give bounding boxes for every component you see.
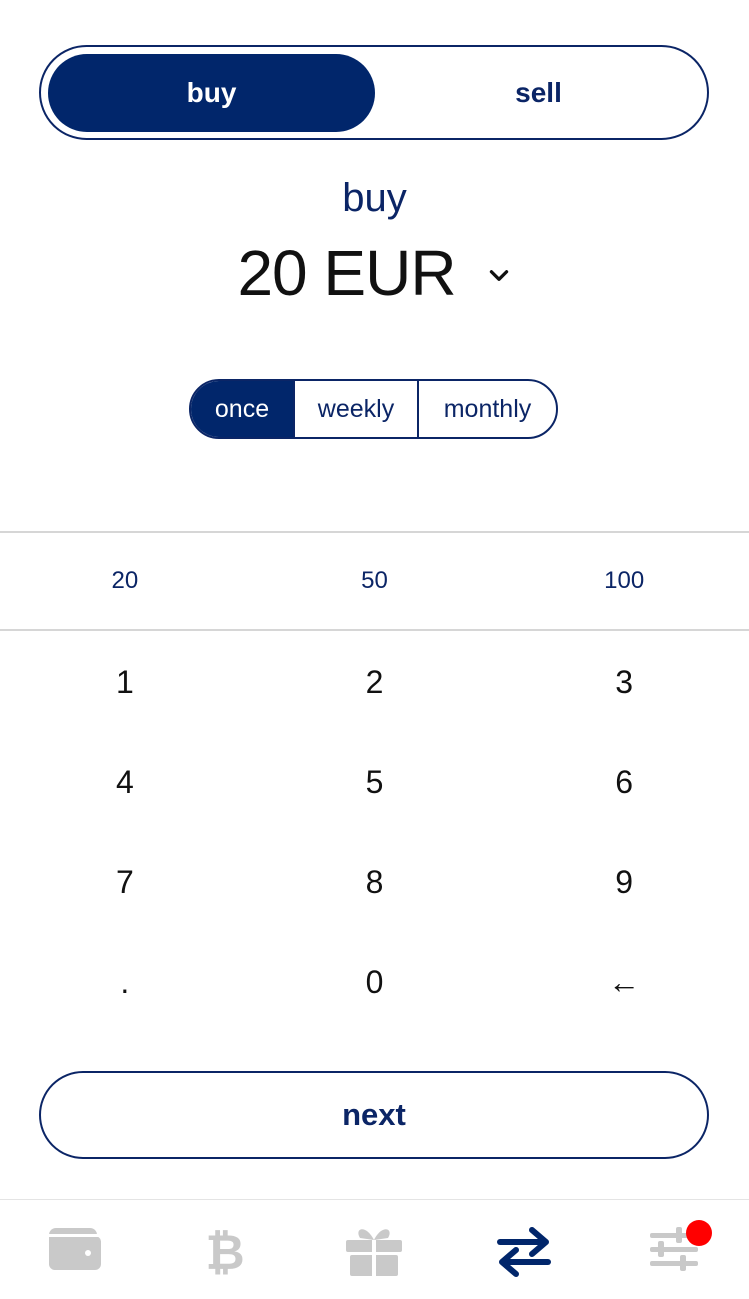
keypad-row: 4 5 6 xyxy=(0,732,749,832)
buy-toggle-button[interactable]: buy xyxy=(48,54,375,132)
tab-wallet[interactable] xyxy=(0,1200,150,1299)
key-6[interactable]: 6 xyxy=(499,732,749,832)
preset-amounts: 20 50 100 xyxy=(0,531,749,631)
frequency-monthly-option[interactable]: monthly xyxy=(417,381,556,437)
bitcoin-icon: ₿ xyxy=(205,1225,244,1278)
sell-toggle-button[interactable]: sell xyxy=(375,54,702,132)
frequency-weekly-option[interactable]: weekly xyxy=(293,381,417,437)
keypad-row: 7 8 9 xyxy=(0,832,749,932)
frequency-selector: once weekly monthly xyxy=(189,379,558,439)
preset-amount-100[interactable]: 100 xyxy=(499,533,749,629)
key-0[interactable]: 0 xyxy=(250,932,500,1032)
exchange-arrows-icon xyxy=(497,1226,552,1277)
key-5[interactable]: 5 xyxy=(250,732,500,832)
key-2[interactable]: 2 xyxy=(250,632,500,732)
key-8[interactable]: 8 xyxy=(250,832,500,932)
gift-icon xyxy=(346,1228,403,1276)
tab-settings[interactable] xyxy=(599,1200,749,1299)
tab-gifts[interactable] xyxy=(300,1200,450,1299)
key-1[interactable]: 1 xyxy=(0,632,250,732)
next-button[interactable]: next xyxy=(39,1071,709,1159)
chevron-down-icon[interactable] xyxy=(486,262,512,288)
wallet-icon xyxy=(48,1227,101,1270)
keypad-row: . 0 ← xyxy=(0,932,749,1032)
amount-currency-selector[interactable]: 20 EUR xyxy=(0,236,749,310)
notification-badge xyxy=(686,1220,713,1246)
frequency-once-option[interactable]: once xyxy=(191,381,293,437)
backspace-key[interactable]: ← xyxy=(499,932,749,1032)
key-4[interactable]: 4 xyxy=(0,732,250,832)
numeric-keypad: 1 2 3 4 5 6 7 8 9 . 0 ← xyxy=(0,632,749,1032)
key-decimal[interactable]: . xyxy=(0,932,250,1032)
amount-display: 20 EUR xyxy=(237,237,456,309)
keypad-row: 1 2 3 xyxy=(0,632,749,732)
tab-exchange[interactable] xyxy=(449,1200,599,1299)
svg-text:₿: ₿ xyxy=(205,1225,244,1278)
key-7[interactable]: 7 xyxy=(0,832,250,932)
bottom-tab-bar: ₿ xyxy=(0,1199,749,1299)
preset-amount-20[interactable]: 20 xyxy=(0,533,250,629)
preset-amount-50[interactable]: 50 xyxy=(250,533,500,629)
tab-bitcoin[interactable]: ₿ xyxy=(150,1200,300,1299)
key-3[interactable]: 3 xyxy=(499,632,749,732)
mode-label: buy xyxy=(342,176,407,220)
key-9[interactable]: 9 xyxy=(499,832,749,932)
buy-sell-toggle: buy sell xyxy=(39,45,709,140)
